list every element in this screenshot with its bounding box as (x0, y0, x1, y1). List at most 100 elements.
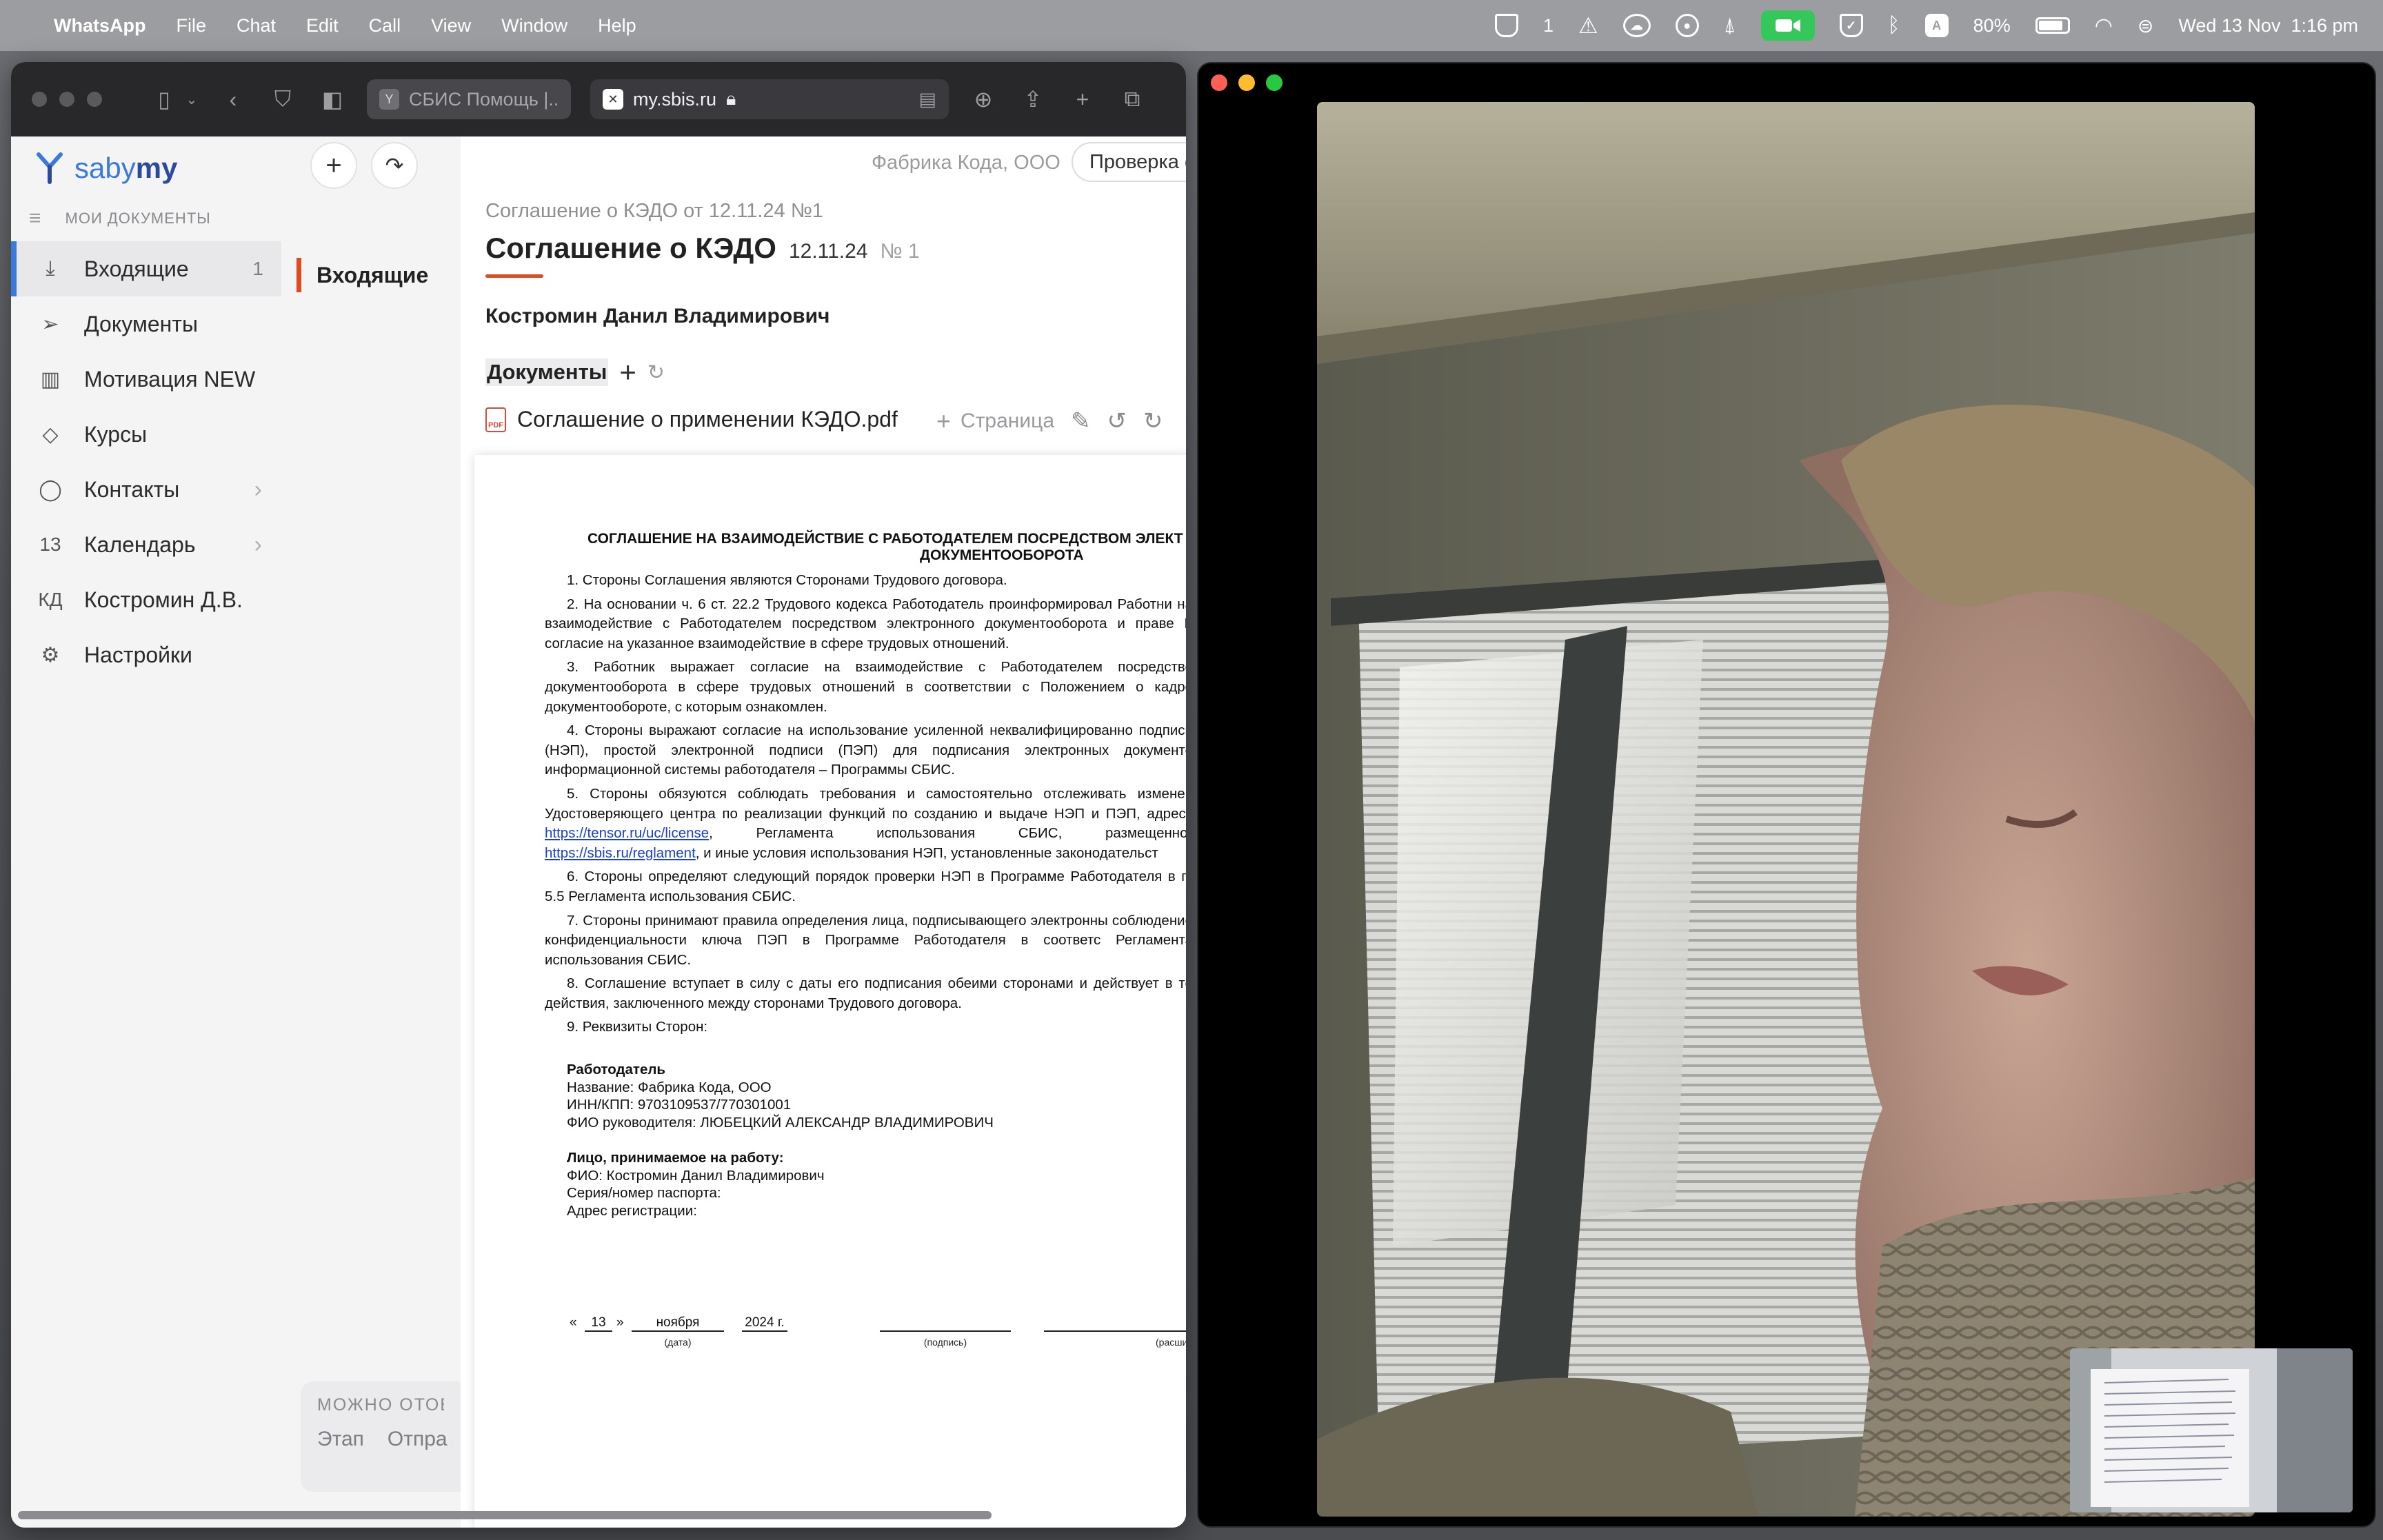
status-count[interactable]: 1 (1543, 15, 1554, 37)
documents-label[interactable]: Документы (485, 358, 609, 386)
date-caption: (дата) (632, 1335, 724, 1350)
forward-button[interactable]: ↷ (371, 142, 418, 189)
signature-line (880, 1315, 1011, 1332)
add-page-icon[interactable]: + (936, 407, 951, 436)
plus-icon: + (325, 150, 342, 181)
hamburger-icon[interactable]: ≡ (29, 207, 42, 230)
sidebar-item-settings[interactable]: ⚙ Настройки (11, 627, 281, 682)
employee-passport: Серия/номер паспорта: (567, 1185, 721, 1202)
title-underline (485, 274, 543, 278)
pdf-paragraph: 4. Стороны выражают согласие на использо… (545, 722, 1186, 778)
open-quote: « (570, 1315, 577, 1330)
close-window-button[interactable] (32, 92, 47, 107)
new-tab-icon[interactable]: + (1067, 87, 1098, 112)
menu-window[interactable]: Window (501, 15, 567, 37)
employee-name[interactable]: Костромин Данил Владимирович (485, 305, 829, 328)
pdf-paragraph: 8. Соглашение вступает в силу с даты его… (545, 975, 1186, 1011)
menu-help[interactable]: Help (598, 15, 636, 37)
edit-pencil-icon[interactable]: ✎ (1071, 407, 1091, 435)
saby-logo[interactable]: sabymy (36, 150, 177, 186)
sidebar-item-courses[interactable]: ◇ Курсы (11, 407, 281, 462)
pdf-paragraph: 9. Реквизиты Сторон: (567, 1019, 708, 1035)
sidebar-item-inbox[interactable]: ⤓ Входящие 1 (11, 241, 281, 296)
back-icon[interactable]: ‹ (218, 87, 248, 112)
logo-text-saby: saby (74, 152, 136, 184)
chevron-down-icon[interactable]: ⌄ (185, 91, 199, 108)
clock[interactable]: Wed 13 Nov 1:16 pm (2178, 15, 2358, 37)
license-link[interactable]: https://tensor.ru/uc/license (545, 825, 709, 841)
extension-shield-icon[interactable]: ◧ (317, 86, 348, 112)
privacy-shield-icon[interactable]: ⛉ (268, 86, 298, 112)
sent-label[interactable]: Отпра (388, 1428, 448, 1451)
rotate-left-icon[interactable]: ↺ (1107, 407, 1127, 435)
shield-status-icon[interactable] (1494, 14, 1518, 37)
add-page-button[interactable]: Страница (961, 409, 1054, 433)
sidebar-toggle-icon[interactable]: ▯ (149, 86, 179, 112)
breadcrumb[interactable]: Соглашение о КЭДО от 12.11.24 №1 (485, 200, 823, 223)
site-favicon-icon: ✕ (603, 89, 623, 110)
pdf-page[interactable]: СОГЛАШЕНИЕ НА ВЗАИМОДЕЙСТВИЕ С РАБОТОДАТ… (474, 455, 1186, 1528)
menu-chat[interactable]: Chat (237, 15, 276, 37)
sidebar-item-label: Календарь (84, 531, 196, 557)
share-icon[interactable]: ⇪ (1018, 86, 1048, 112)
refresh-icon[interactable]: ↻ (647, 361, 665, 385)
sidebar-item-motivation[interactable]: ▥ Мотивация NEW (11, 352, 281, 407)
keyboard-input-icon[interactable]: A (1924, 14, 1949, 37)
tab-sbis-help[interactable]: Y СБИС Помощь |... (367, 79, 571, 119)
cloud-icon[interactable]: ☁ (1622, 14, 1651, 37)
close-window-button[interactable] (1211, 74, 1227, 91)
sidebar-item-documents[interactable]: ➢ Документы (11, 296, 281, 352)
menu-view[interactable]: View (431, 15, 471, 37)
employee-requisites: Лицо, принимаемое на работу: ФИО: Костро… (545, 1149, 1186, 1219)
battery-icon[interactable] (2035, 17, 2070, 34)
horizontal-scrollbar[interactable] (18, 1511, 992, 1519)
sidebar-item-calendar[interactable]: 13 Календарь › (11, 517, 281, 572)
graduation-cap-icon: ◇ (42, 423, 59, 446)
battery-percent[interactable]: 80% (1973, 15, 2011, 37)
record-icon[interactable]: ● (1675, 14, 1699, 37)
sidebar-item-profile[interactable]: КД Костромин Д.В. (11, 572, 281, 627)
add-document-icon[interactable]: + (619, 356, 636, 389)
tab-overview-icon[interactable]: ⧉ (1117, 86, 1147, 112)
document-view: Фабрика Кода, ООО Проверка с Соглашение … (461, 136, 1186, 1528)
sidebar-item-label: Контакты (84, 476, 180, 502)
stage-label[interactable]: Этап (317, 1428, 364, 1451)
employee-name-line: ФИО: Костромин Данил Владимирович (567, 1167, 825, 1184)
menu-call[interactable]: Call (369, 15, 401, 37)
add-button[interactable]: + (310, 142, 357, 189)
sidebar-item-contacts[interactable]: ◯ Контакты › (11, 462, 281, 517)
attached-file[interactable]: PDF Соглашение о применении КЭДО.pdf (485, 407, 898, 432)
download-icon[interactable]: ⊕ (968, 86, 998, 112)
stage-row: Этап Отпра (317, 1428, 448, 1451)
wifi-icon[interactable]: ◠ (2095, 14, 2113, 38)
airplay-icon[interactable]: ⍋ (1724, 14, 1736, 37)
reader-icon[interactable]: ▤ (918, 89, 936, 110)
remote-video-feed (1317, 102, 2255, 1517)
file-name[interactable]: Соглашение о применении КЭДО.pdf (517, 407, 898, 432)
vpn-shield-icon[interactable]: ✓ (1839, 14, 1863, 37)
warning-icon[interactable]: ⚠ (1578, 12, 1598, 39)
menu-edit[interactable]: Edit (306, 15, 339, 37)
bluetooth-icon[interactable]: ᛒ (1888, 14, 1900, 37)
control-center-icon[interactable]: ⊜ (2138, 14, 2153, 37)
address-bar[interactable]: ✕ my.sbis.ru 🔒︎ ▤ (590, 79, 949, 119)
menu-file[interactable]: File (176, 15, 206, 37)
menu-app-name[interactable]: WhatsApp (54, 15, 145, 37)
forward-arrow-icon: ↷ (385, 153, 404, 178)
rotate-right-icon[interactable]: ↻ (1143, 407, 1163, 435)
company-name[interactable]: Фабрика Кода, ООО (872, 152, 1060, 174)
zoom-window-button[interactable] (1266, 74, 1283, 91)
minimize-window-button[interactable] (1238, 74, 1255, 91)
facetime-camera-icon[interactable] (1760, 10, 1815, 41)
gear-icon: ⚙ (41, 643, 60, 667)
video-call-window (1197, 62, 2376, 1528)
minimize-window-button[interactable] (59, 92, 74, 107)
chevron-right-icon[interactable]: › (254, 476, 262, 503)
sidebar-item-label: Мотивация NEW (84, 366, 256, 392)
chevron-right-icon[interactable]: › (254, 531, 262, 558)
url-text[interactable]: my.sbis.ru (633, 89, 716, 110)
reglament-link[interactable]: https://sbis.ru/reglament (545, 845, 696, 861)
zoom-window-button[interactable] (87, 92, 102, 107)
folder-inbox[interactable]: Входящие (296, 258, 428, 292)
check-button[interactable]: Проверка с (1072, 142, 1186, 182)
